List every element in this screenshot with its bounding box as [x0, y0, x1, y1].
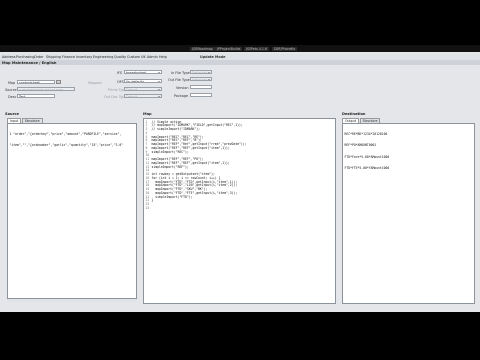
in-file-type-label: In File Type — [171, 71, 190, 75]
package-label: Package — [174, 94, 189, 98]
out-label: OFS — [117, 80, 124, 84]
out-file-type-label: Out File Type — [168, 78, 190, 82]
line-text: simpleImport("REF"); — [151, 164, 189, 169]
mapped-label: Mapped — [88, 81, 102, 85]
destination-content: REC*RE*BK*1234*20120106 REF*PO*AMOUNT000… — [345, 126, 390, 179]
line-text: simpleImport("REC"); — [151, 149, 189, 154]
menu-order[interactable]: Order — [34, 55, 44, 59]
top-task-bar: JGBRoadmap JPProjectBuilds JSSPets-4.1.6… — [0, 45, 480, 52]
destination-panel[interactable]: REC*RE*BK*1234*20120106 REF*PO*AMOUNT000… — [342, 123, 475, 304]
desc-input[interactable]: Test — [17, 94, 55, 98]
in-file-type-select[interactable]: Delimited — [190, 70, 212, 74]
task-tab-2[interactable]: JPProjectBuilds — [215, 46, 243, 51]
out-file-type-select[interactable]: Delimited — [190, 77, 212, 81]
map-input[interactable]: contactsheet — [17, 80, 55, 84]
source-label: Source — [5, 88, 17, 92]
menu-engineering[interactable]: Engineering — [93, 55, 113, 59]
in-select[interactable]: basestocked — [124, 70, 162, 74]
source-content: 1 "order","{orderkey","price","amount","… — [10, 126, 124, 156]
menu-quality[interactable]: Quality — [114, 55, 126, 59]
destination-line: REF*PO*AMOUNT0001 — [344, 143, 377, 148]
menu-address[interactable]: Address — [2, 55, 16, 59]
menu-help[interactable]: Help — [159, 55, 167, 59]
map-script-content[interactable]: 1// Simple action 2// mapImport("IDMARK",… — [145, 120, 247, 211]
destination-line: FTD*Fore*5.00*AMount1000 — [344, 154, 390, 159]
source-panel[interactable]: 1 "order","{orderkey","price","amount","… — [7, 123, 137, 299]
out-select[interactable]: Un.defaults — [124, 79, 162, 83]
menu-admin[interactable]: Admin — [147, 55, 158, 59]
menu-finance[interactable]: Finance — [62, 55, 75, 59]
destination-line: FTD*FTE*5.00*YAMount1000 — [344, 165, 390, 170]
package-input[interactable] — [190, 93, 212, 97]
destination-title: Destination — [342, 112, 366, 116]
map-lookup-button[interactable]: … — [56, 80, 61, 84]
map-label: Map — [8, 81, 16, 85]
line-number: 24 — [145, 205, 150, 210]
in-label: IFS — [117, 71, 123, 75]
menu-inventory[interactable]: Inventory — [76, 55, 92, 59]
source-line: "item","","{ordnumber","garlic","quantit… — [9, 143, 124, 148]
source-title: Source — [5, 112, 19, 116]
source-horizontal-scrollbar[interactable] — [7, 299, 137, 302]
line-text: simpleImport("FTD"); — [151, 194, 193, 199]
map-title: Map — [143, 112, 152, 116]
version-label: Version — [176, 86, 189, 90]
source-file-input[interactable]: customer/product/cust.map — [17, 87, 75, 91]
map-script-line: 24 — [145, 205, 247, 211]
map-editor-panel[interactable]: 1// Simple action 2// mapImport("IDMARK",… — [143, 118, 336, 304]
menu-custom[interactable]: Custom — [127, 55, 140, 59]
menu-uk[interactable]: UK — [141, 55, 146, 59]
out-doc-type-select[interactable]: Default — [124, 94, 162, 98]
map-header-form: Map contactsheet … Source customer/produ… — [0, 65, 480, 107]
task-tab-3[interactable]: JSSPets-4.1.6 — [244, 46, 269, 51]
task-tab-4[interactable]: DBF/Phonefix — [272, 46, 298, 51]
version-input[interactable] — [190, 85, 212, 89]
menu-shipping[interactable]: Shipping — [46, 55, 61, 59]
application-window: JGBRoadmap JPProjectBuilds JSSPets-4.1.6… — [0, 45, 480, 312]
menu-purchasing[interactable]: Purchasing — [16, 55, 35, 59]
source-line: 1 "order","{orderkey","price","amount","… — [9, 132, 122, 136]
prime-type-select[interactable]: Default — [124, 87, 162, 91]
update-mode-label[interactable]: Update Mode — [200, 55, 225, 59]
destination-line: REC*RE*BK*1234*20120106 — [344, 132, 388, 136]
desc-label: Desc — [8, 95, 17, 99]
line-text: // simpleImport("IDMARK"); — [151, 127, 200, 131]
page-title: Map Maintenance / English — [2, 60, 57, 65]
task-tab-1[interactable]: JGBRoadmap — [190, 46, 215, 51]
line-text: } — [151, 198, 154, 203]
